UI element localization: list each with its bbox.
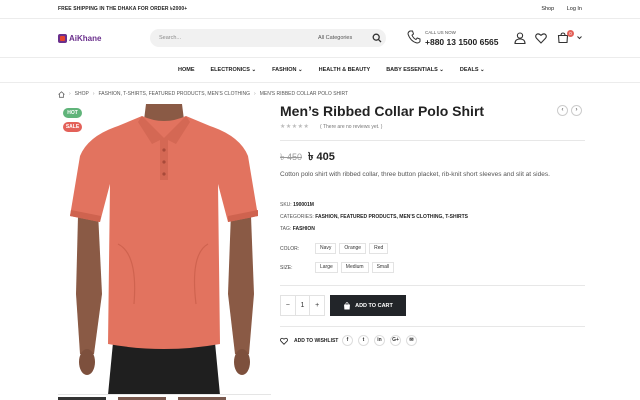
- hot-badge: HOT: [63, 108, 82, 118]
- decrease-qty-button[interactable]: −: [281, 296, 295, 315]
- top-bar: FREE SHIPPING IN THE DHAKA FOR ORDER ৳20…: [0, 0, 640, 19]
- old-price: ৳ 450: [280, 152, 302, 162]
- google-plus-icon[interactable]: G+: [390, 335, 401, 346]
- tag-label: TAG:: [280, 226, 292, 232]
- add-to-cart-button[interactable]: ADD TO CART: [330, 295, 406, 316]
- breadcrumb-separator: ›: [254, 91, 256, 97]
- nav-item-health-beauty[interactable]: HEALTH & BEAUTY: [319, 67, 371, 73]
- home-icon[interactable]: [58, 90, 65, 98]
- linkedin-icon[interactable]: in: [374, 335, 385, 346]
- divider: [280, 326, 585, 327]
- color-option-orange[interactable]: Orange: [339, 243, 367, 254]
- size-options: Large Medium Small: [315, 262, 395, 273]
- shop-link[interactable]: Shop: [541, 6, 554, 12]
- login-link[interactable]: Log In: [567, 6, 582, 12]
- divider: [280, 285, 585, 286]
- quantity-input[interactable]: 1: [294, 296, 311, 315]
- sale-price: ৳ 405: [308, 151, 335, 163]
- increase-qty-button[interactable]: +: [310, 296, 324, 315]
- rating-stars: ★★★★★: [280, 124, 310, 130]
- heart-icon: [280, 337, 288, 345]
- free-shipping-text: FREE SHIPPING IN THE DHAKA FOR ORDER ৳20…: [58, 6, 188, 12]
- size-option-small[interactable]: Small: [371, 262, 395, 273]
- divider: [280, 140, 585, 141]
- sale-badge: SALE: [63, 122, 82, 132]
- reviews-link[interactable]: ( There are no reviews yet. ): [320, 124, 382, 130]
- categories-label: CATEGORIES:: [280, 214, 314, 220]
- size-option-medium[interactable]: Medium: [340, 262, 369, 273]
- logo-mark-icon: [58, 33, 67, 43]
- email-icon[interactable]: ✉: [406, 335, 417, 346]
- product-image[interactable]: [58, 104, 271, 395]
- categories-row: CATEGORIES: FASHION, FEATURED PRODUCTS, …: [280, 214, 468, 220]
- nav-label: BABY ESSENTIALS: [386, 67, 438, 73]
- top-links: Shop Log In: [530, 6, 582, 12]
- nav-item-fashion[interactable]: FASHION ⌄: [272, 67, 303, 73]
- breadcrumb-shop[interactable]: SHOP: [75, 91, 89, 97]
- next-product-button[interactable]: ›: [571, 105, 582, 116]
- sku-value: 190001M: [293, 202, 314, 208]
- social-share: f t in G+ ✉: [342, 335, 417, 346]
- facebook-icon[interactable]: f: [342, 335, 353, 346]
- site-logo[interactable]: AiKhane: [58, 32, 101, 44]
- quantity-stepper: − 1 +: [280, 295, 325, 316]
- main-nav: HOME ELECTRONICS ⌄ FASHION ⌄ HEALTH & BE…: [0, 58, 640, 83]
- product-description: Cotton polo shirt with ribbed collar, th…: [280, 171, 550, 178]
- add-to-wishlist-link[interactable]: ADD TO WISHLIST: [280, 337, 338, 345]
- chevron-down-icon[interactable]: [577, 35, 582, 40]
- category-select[interactable]: All Categories: [318, 35, 352, 41]
- color-label: COLOR:: [280, 246, 300, 252]
- nav-label: ELECTRONICS: [210, 67, 250, 73]
- sku-row: SKU: 190001M: [280, 202, 314, 208]
- search-input[interactable]: Search...: [159, 35, 181, 41]
- wishlist-heart-icon[interactable]: [535, 32, 547, 44]
- breadcrumb-current: MEN'S RIBBED COLLAR POLO SHIRT: [259, 91, 349, 97]
- nav-item-deals[interactable]: DEALS ⌄: [460, 67, 485, 73]
- nav-label: FASHION: [272, 67, 297, 73]
- size-label: SIZE:: [280, 265, 293, 271]
- breadcrumb: › SHOP › FASHION, T-SHIRTS, FEATURED PRO…: [58, 90, 348, 98]
- tag-row: TAG: FASHION: [280, 226, 315, 232]
- categories-value[interactable]: FASHION, FEATURED PRODUCTS, MEN'S CLOTHI…: [315, 214, 468, 220]
- logo-text: AiKhane: [69, 33, 102, 43]
- sku-label: SKU:: [280, 202, 292, 208]
- wishlist-label: ADD TO WISHLIST: [294, 338, 339, 344]
- nav-item-home[interactable]: HOME: [178, 67, 195, 73]
- add-to-cart-label: ADD TO CART: [355, 302, 393, 309]
- call-label: CALL US NOW: [425, 30, 456, 35]
- nav-item-electronics[interactable]: ELECTRONICS ⌄: [211, 67, 257, 73]
- nav-item-baby-essentials[interactable]: BABY ESSENTIALS ⌄: [386, 67, 444, 73]
- cart-count-badge: 0: [567, 30, 574, 37]
- breadcrumb-separator: ›: [92, 91, 95, 97]
- product-title: Men’s Ribbed Collar Polo Shirt: [280, 103, 485, 119]
- search-icon[interactable]: [372, 33, 382, 43]
- color-options: Navy Orange Red: [315, 243, 389, 254]
- nav-label: DEALS: [459, 67, 479, 73]
- twitter-icon[interactable]: t: [358, 335, 369, 346]
- tag-value[interactable]: FASHION: [293, 226, 315, 232]
- site-header: AiKhane Search... All Categories CALL US…: [0, 19, 640, 58]
- breadcrumb-categories[interactable]: FASHION, T-SHIRTS, FEATURED PRODUCTS, ME…: [99, 91, 251, 97]
- color-option-red[interactable]: Red: [369, 243, 389, 254]
- phone-icon: [407, 30, 421, 44]
- breadcrumb-separator: ›: [69, 91, 71, 97]
- polo-shirt-image: [58, 104, 271, 394]
- prev-product-button[interactable]: ‹: [557, 105, 568, 116]
- shopping-bag-icon: [344, 301, 351, 309]
- search-bar[interactable]: Search... All Categories: [150, 29, 386, 47]
- user-icon[interactable]: [514, 32, 526, 44]
- phone-number: +880 13 1500 6565: [425, 37, 499, 47]
- product-nav: ‹ ›: [557, 105, 582, 116]
- color-option-navy[interactable]: Navy: [315, 243, 337, 254]
- size-option-large[interactable]: Large: [315, 262, 338, 273]
